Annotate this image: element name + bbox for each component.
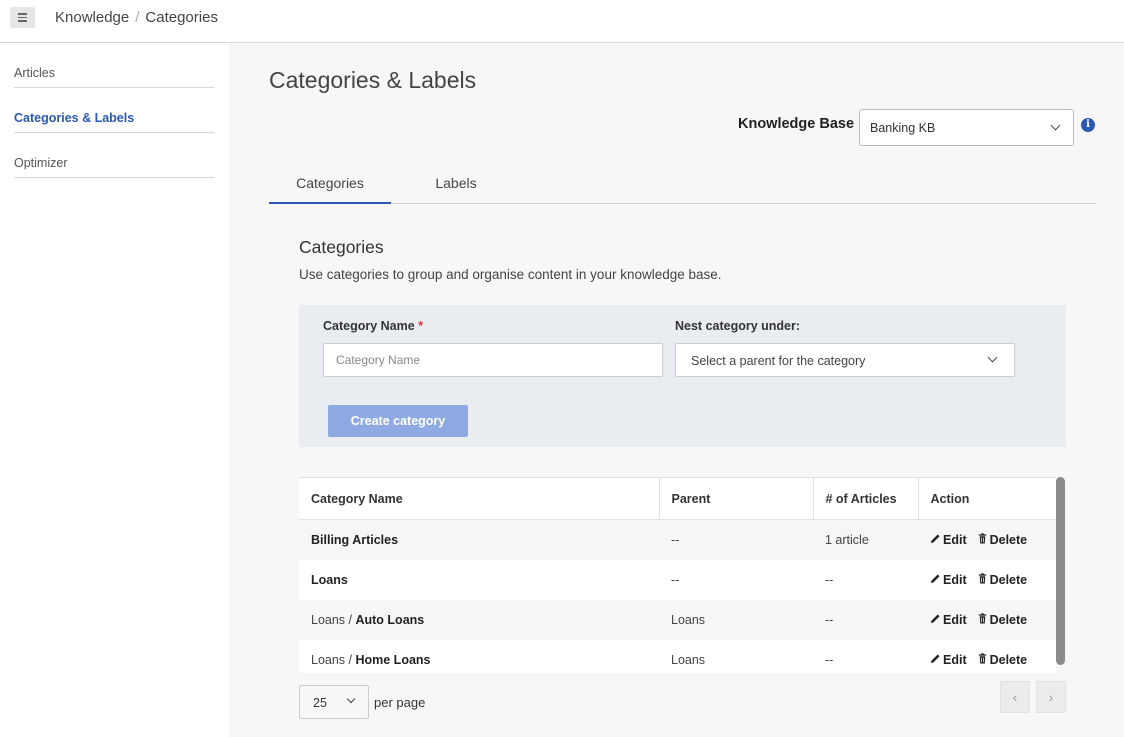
sidebar-item-categories-labels[interactable]: Categories & Labels <box>14 88 214 133</box>
delete-label: Delete <box>989 652 1028 667</box>
sidebar: Articles Categories & Labels Optimizer <box>0 43 229 737</box>
pencil-icon <box>930 653 941 667</box>
delete-button[interactable]: Delete <box>977 652 1028 667</box>
knowledge-base-select[interactable]: Banking KB <box>859 109 1074 146</box>
trash-icon <box>977 612 988 627</box>
trash-icon <box>977 533 988 547</box>
table-row: Loans / Auto Loans Loans -- Edit Delete <box>299 599 1056 640</box>
delete-button[interactable]: Delete <box>977 572 1028 587</box>
edit-button[interactable]: Edit <box>930 573 967 587</box>
section-description: Use categories to group and organise con… <box>299 267 722 282</box>
parent-category-placeholder: Select a parent for the category <box>691 354 866 368</box>
parent-category-select[interactable]: Select a parent for the category <box>675 343 1015 377</box>
cell-article-count: -- <box>813 639 918 673</box>
delete-label: Delete <box>989 532 1028 547</box>
per-page-label: per page <box>374 695 426 710</box>
column-header-parent: Parent <box>659 477 814 520</box>
create-category-button[interactable]: Create category <box>328 405 468 437</box>
cell-parent: Loans <box>659 599 813 640</box>
chevron-down-icon <box>1050 120 1061 131</box>
cell-article-count: -- <box>813 599 918 640</box>
category-parent-prefix: Loans / <box>311 612 356 627</box>
breadcrumb-categories: Categories <box>145 9 218 26</box>
cell-parent: Loans <box>659 639 813 673</box>
required-mark: * <box>418 319 424 333</box>
pencil-icon <box>930 573 941 587</box>
edit-label: Edit <box>943 572 967 587</box>
table-header-row: Category Name Parent # of Articles Actio… <box>299 477 1056 520</box>
create-category-form: Category Name * Nest category under: Sel… <box>299 305 1066 447</box>
cell-action: Edit Delete <box>918 639 1056 673</box>
category-name-label-text: Category Name <box>323 319 415 333</box>
breadcrumb-separator: / <box>135 9 140 26</box>
trash-icon <box>977 652 988 667</box>
main-content: Categories & Labels Knowledge Base Banki… <box>229 43 1124 737</box>
chevron-down-icon <box>346 694 356 704</box>
hamburger-icon[interactable] <box>10 7 35 28</box>
per-page-value: 25 <box>313 696 327 710</box>
column-header-action: Action <box>918 477 1056 520</box>
table-scrollbar[interactable] <box>1056 477 1065 665</box>
cell-action: Edit Delete <box>918 559 1056 600</box>
cell-category-name: Loans / Auto Loans <box>299 599 659 640</box>
edit-label: Edit <box>943 612 967 627</box>
categories-table: Category Name Parent # of Articles Actio… <box>299 477 1056 673</box>
delete-button[interactable]: Delete <box>977 612 1028 627</box>
breadcrumb-knowledge[interactable]: Knowledge <box>55 9 129 26</box>
breadcrumb: Knowledge / Categories <box>55 9 218 26</box>
edit-label: Edit <box>943 652 967 667</box>
tab-labels[interactable]: Labels <box>395 175 517 204</box>
category-name-label: Category Name * <box>323 319 423 333</box>
table-row: Loans / Home Loans Loans -- Edit Delete <box>299 639 1056 673</box>
chevron-down-icon <box>987 352 998 363</box>
cell-category-name: Billing Articles <box>299 519 659 560</box>
sidebar-item-optimizer[interactable]: Optimizer <box>14 133 214 178</box>
page-title: Categories & Labels <box>269 67 477 93</box>
table-row: Loans -- -- Edit Delete <box>299 559 1056 600</box>
sidebar-item-articles[interactable]: Articles <box>14 43 214 88</box>
tab-bar: Categories Labels <box>269 161 1096 204</box>
cell-category-name: Loans / Home Loans <box>299 639 659 673</box>
delete-label: Delete <box>989 612 1028 627</box>
trash-icon <box>977 572 988 587</box>
knowledge-base-label: Knowledge Base <box>738 116 855 132</box>
top-bar: Knowledge / Categories <box>0 0 1124 43</box>
cell-article-count: 1 article <box>813 519 918 560</box>
tab-categories[interactable]: Categories <box>269 175 391 204</box>
cell-article-count: -- <box>813 559 918 600</box>
column-header-category-name: Category Name <box>299 477 660 520</box>
column-header-articles: # of Articles <box>813 477 919 520</box>
chevron-right-icon[interactable]: › <box>1036 681 1066 713</box>
knowledge-base-selected: Banking KB <box>870 121 936 135</box>
category-name-input[interactable] <box>323 343 663 377</box>
category-name: Billing Articles <box>311 532 399 547</box>
edit-button[interactable]: Edit <box>930 613 967 627</box>
info-icon[interactable]: i <box>1081 118 1095 132</box>
cell-action: Edit Delete <box>918 519 1056 560</box>
delete-label: Delete <box>989 572 1028 587</box>
category-parent-prefix: Loans / <box>311 652 356 667</box>
edit-button[interactable]: Edit <box>930 533 967 547</box>
category-name: Loans <box>311 572 348 587</box>
table-row: Billing Articles -- 1 article Edit Delete <box>299 519 1056 560</box>
delete-button[interactable]: Delete <box>977 532 1028 547</box>
cell-parent: -- <box>659 559 813 600</box>
cell-parent: -- <box>659 519 813 560</box>
categories-table-container: Category Name Parent # of Articles Actio… <box>299 477 1066 673</box>
cell-action: Edit Delete <box>918 599 1056 640</box>
edit-label: Edit <box>943 532 967 547</box>
pencil-icon <box>930 613 941 627</box>
section-title: Categories <box>299 237 384 257</box>
cell-category-name: Loans <box>299 559 659 600</box>
edit-button[interactable]: Edit <box>930 653 967 667</box>
chevron-left-icon[interactable]: ‹ <box>1000 681 1030 713</box>
category-name: Home Loans <box>355 652 431 667</box>
per-page-select[interactable]: 25 <box>299 685 369 719</box>
category-name: Auto Loans <box>355 612 425 627</box>
nest-category-label: Nest category under: <box>675 319 801 333</box>
pencil-icon <box>930 533 941 547</box>
